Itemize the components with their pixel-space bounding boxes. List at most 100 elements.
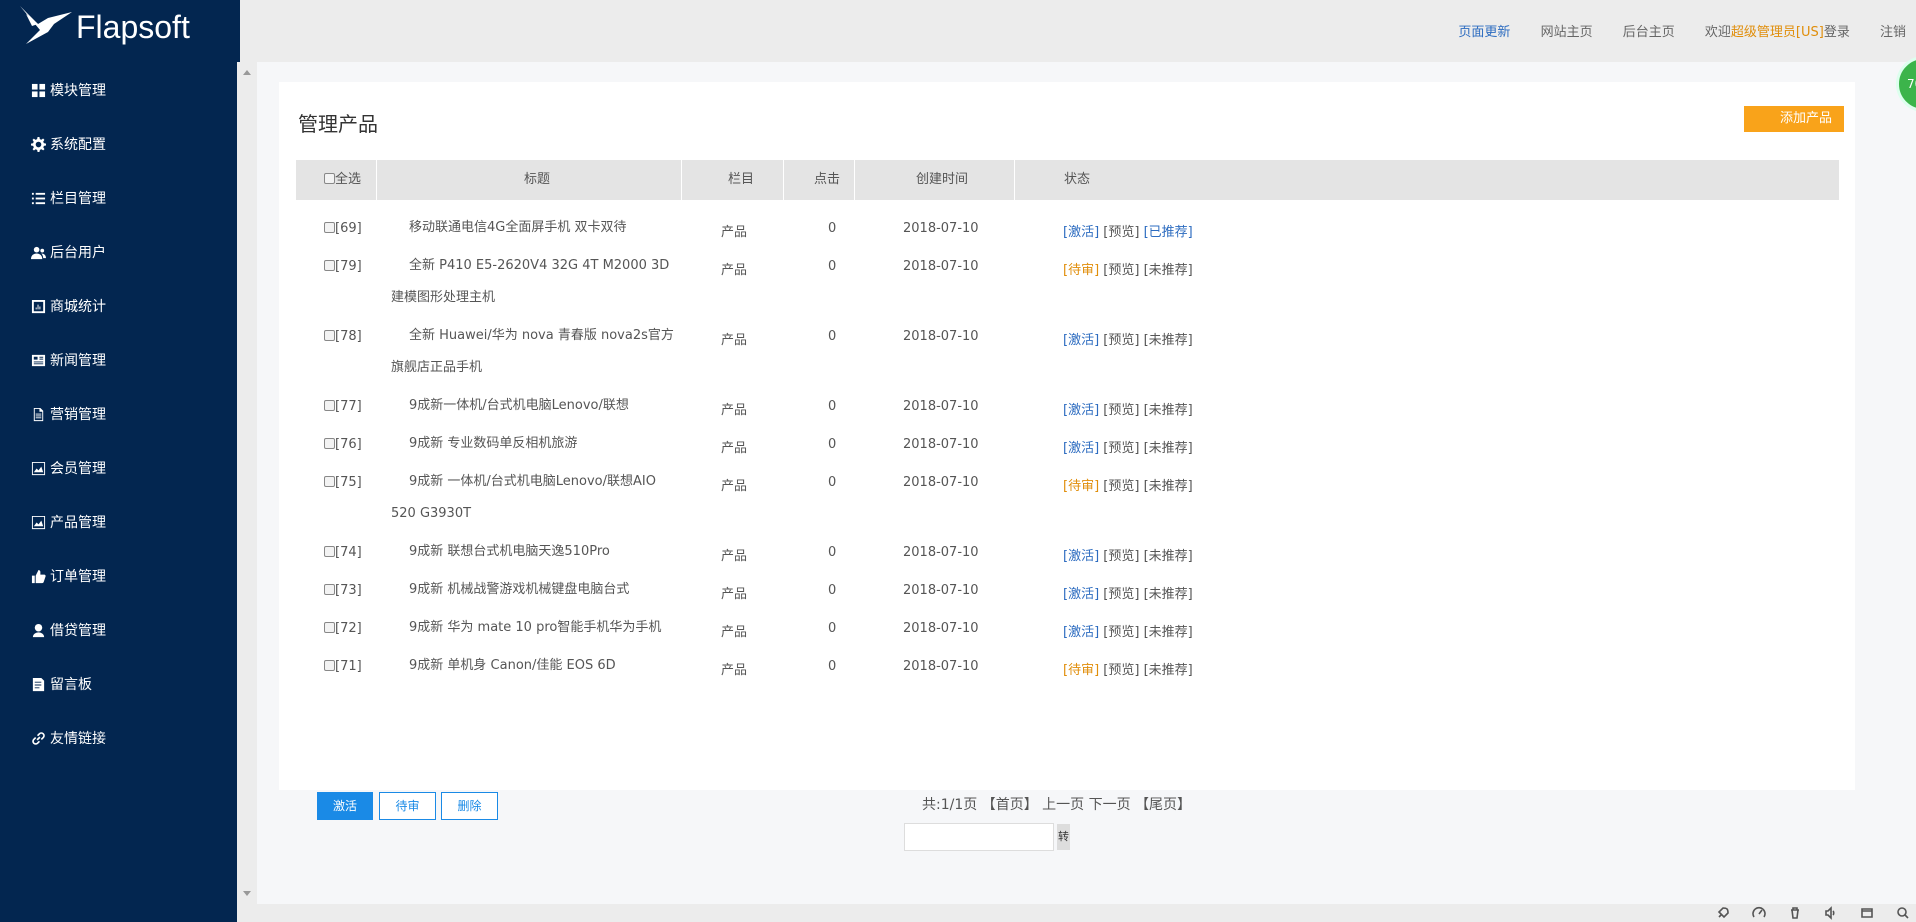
row-preview-link[interactable]: [预览] bbox=[1103, 441, 1139, 456]
row-preview-link[interactable]: [预览] bbox=[1103, 663, 1139, 678]
select-all-checkbox[interactable] bbox=[324, 173, 335, 184]
row-state-link[interactable]: [待审] bbox=[1063, 263, 1099, 278]
row-preview-link[interactable]: [预览] bbox=[1103, 625, 1139, 640]
row-recommend-link[interactable]: [未推荐] bbox=[1144, 441, 1193, 456]
prev-page-link[interactable]: 上一页 bbox=[1042, 797, 1084, 813]
clicks-header: 点击 bbox=[814, 172, 841, 187]
sidebar-item-12[interactable]: 友情链接 bbox=[0, 711, 237, 765]
row-preview-link[interactable]: [预览] bbox=[1103, 403, 1139, 418]
scroll-down-icon[interactable] bbox=[243, 891, 251, 896]
row-preview-link[interactable]: [预览] bbox=[1103, 587, 1139, 602]
volume-icon[interactable] bbox=[1824, 906, 1838, 920]
activate-button[interactable]: 激活 bbox=[317, 792, 373, 820]
row-state-link[interactable]: [激活] bbox=[1063, 625, 1099, 640]
window-icon[interactable] bbox=[1860, 906, 1874, 920]
refresh-link[interactable]: 页面更新 bbox=[1458, 25, 1510, 40]
bird-logo-icon bbox=[20, 6, 72, 44]
row-preview-link[interactable]: [预览] bbox=[1103, 263, 1139, 278]
sidebar-item-8[interactable]: 产品管理 bbox=[0, 495, 237, 549]
sidebar-item-9[interactable]: 订单管理 bbox=[0, 549, 237, 603]
row-preview-link[interactable]: [预览] bbox=[1103, 333, 1139, 348]
row-checkbox[interactable] bbox=[324, 330, 335, 341]
row-checkbox[interactable] bbox=[324, 222, 335, 233]
row-id-text: [78] bbox=[335, 329, 362, 344]
row-checkbox[interactable] bbox=[324, 438, 335, 449]
row-state-link[interactable]: [待审] bbox=[1063, 479, 1099, 494]
sidebar-item-10[interactable]: 借贷管理 bbox=[0, 603, 237, 657]
trash-icon[interactable] bbox=[1788, 906, 1802, 920]
gauge-icon[interactable] bbox=[1752, 906, 1766, 920]
row-recommend-link[interactable]: [已推荐] bbox=[1144, 225, 1193, 240]
sidebar-item-label: 模块管理 bbox=[50, 83, 106, 99]
login-link[interactable]: 登录 bbox=[1824, 25, 1850, 40]
row-clicks: 0 bbox=[828, 329, 837, 344]
sidebar-item-5[interactable]: 新闻管理 bbox=[0, 333, 237, 387]
sidebar-item-7[interactable]: 会员管理 bbox=[0, 441, 237, 495]
next-page-link[interactable]: 下一页 bbox=[1089, 797, 1131, 813]
row-id: [69] bbox=[324, 221, 362, 236]
row-state-link[interactable]: [激活] bbox=[1063, 441, 1099, 456]
row-created: 2018-07-10 bbox=[903, 437, 979, 452]
row-checkbox[interactable] bbox=[324, 584, 335, 595]
row-checkbox[interactable] bbox=[324, 476, 335, 487]
last-page-link[interactable]: 【尾页】 bbox=[1135, 797, 1191, 813]
select-all-header[interactable]: 全选 bbox=[324, 160, 361, 200]
first-page-link[interactable]: 【首页】 bbox=[982, 797, 1038, 813]
sidebar-item-label: 会员管理 bbox=[50, 461, 106, 477]
admin-home-link[interactable]: 后台主页 bbox=[1623, 25, 1675, 40]
row-recommend-link[interactable]: [未推荐] bbox=[1144, 263, 1193, 278]
row-state-link[interactable]: [待审] bbox=[1063, 663, 1099, 678]
row-recommend-link[interactable]: [未推荐] bbox=[1144, 549, 1193, 564]
row-recommend-link[interactable]: [未推荐] bbox=[1144, 587, 1193, 602]
sidebar-item-11[interactable]: 留言板 bbox=[0, 657, 237, 711]
row-state-link[interactable]: [激活] bbox=[1063, 333, 1099, 348]
logout-link[interactable]: 注销 bbox=[1880, 25, 1906, 40]
page-jump-button[interactable]: 转 bbox=[1057, 824, 1070, 850]
row-state-link[interactable]: [激活] bbox=[1063, 403, 1099, 418]
row-checkbox[interactable] bbox=[324, 260, 335, 271]
row-recommend-link[interactable]: [未推荐] bbox=[1144, 479, 1193, 494]
rocket-icon[interactable] bbox=[1716, 906, 1730, 920]
row-checkbox[interactable] bbox=[324, 400, 335, 411]
sidebar-item-1[interactable]: 系统配置 bbox=[0, 117, 237, 171]
scroll-up-icon[interactable] bbox=[243, 70, 251, 75]
row-state-link[interactable]: [激活] bbox=[1063, 549, 1099, 564]
logo[interactable]: Flapsoft bbox=[0, 0, 240, 62]
search-icon[interactable] bbox=[1896, 906, 1910, 920]
row-id-text: [73] bbox=[335, 583, 362, 598]
row-state-link[interactable]: [激活] bbox=[1063, 225, 1099, 240]
sidebar-item-4[interactable]: 商城统计 bbox=[0, 279, 237, 333]
row-preview-link[interactable]: [预览] bbox=[1103, 549, 1139, 564]
product-panel: 管理产品 添加产品 全选 标题 栏目 点击 创建时间 状态 [69] 移动联通电信… bbox=[279, 82, 1855, 851]
row-category: 产品 bbox=[721, 333, 748, 348]
row-checkbox[interactable] bbox=[324, 622, 335, 633]
row-recommend-link[interactable]: [未推荐] bbox=[1144, 403, 1193, 418]
delete-button[interactable]: 删除 bbox=[441, 792, 498, 820]
row-recommend-link[interactable]: [未推荐] bbox=[1144, 333, 1193, 348]
row-state-link[interactable]: [激活] bbox=[1063, 587, 1099, 602]
row-clicks: 0 bbox=[828, 659, 837, 674]
row-created: 2018-07-10 bbox=[903, 259, 979, 274]
row-id-text: [76] bbox=[335, 437, 362, 452]
row-recommend-link[interactable]: [未推荐] bbox=[1144, 663, 1193, 678]
row-title: 9成新 华为 mate 10 pro智能手机华为手机 bbox=[409, 620, 662, 635]
row-checkbox[interactable] bbox=[324, 660, 335, 671]
site-home-link[interactable]: 网站主页 bbox=[1541, 25, 1593, 40]
sidebar-item-3[interactable]: 后台用户 bbox=[0, 225, 237, 279]
pending-button[interactable]: 待审 bbox=[379, 792, 436, 820]
sidebar-item-2[interactable]: 栏目管理 bbox=[0, 171, 237, 225]
row-checkbox[interactable] bbox=[324, 546, 335, 557]
add-product-button[interactable]: 添加产品 bbox=[1744, 106, 1844, 132]
picture-icon bbox=[30, 514, 46, 530]
sidebar-nav: 模块管理系统配置 栏目管理 后台用户 商城统计 新闻管理 营销管理会员管理产品管理 订单管理… bbox=[0, 63, 237, 765]
sidebar-item-6[interactable]: 营销管理 bbox=[0, 387, 237, 441]
row-preview-link[interactable]: [预览] bbox=[1103, 479, 1139, 494]
page-jump-input[interactable] bbox=[904, 823, 1054, 851]
row-id: [79] bbox=[324, 259, 362, 274]
row-recommend-link[interactable]: [未推荐] bbox=[1144, 625, 1193, 640]
sidebar-item-0[interactable]: 模块管理 bbox=[0, 63, 237, 117]
row-status: [激活] [预览] [未推荐] bbox=[1063, 583, 1193, 602]
scrollbar[interactable] bbox=[237, 62, 257, 902]
row-preview-link[interactable]: [预览] bbox=[1103, 225, 1139, 240]
row-id-text: [69] bbox=[335, 221, 362, 236]
